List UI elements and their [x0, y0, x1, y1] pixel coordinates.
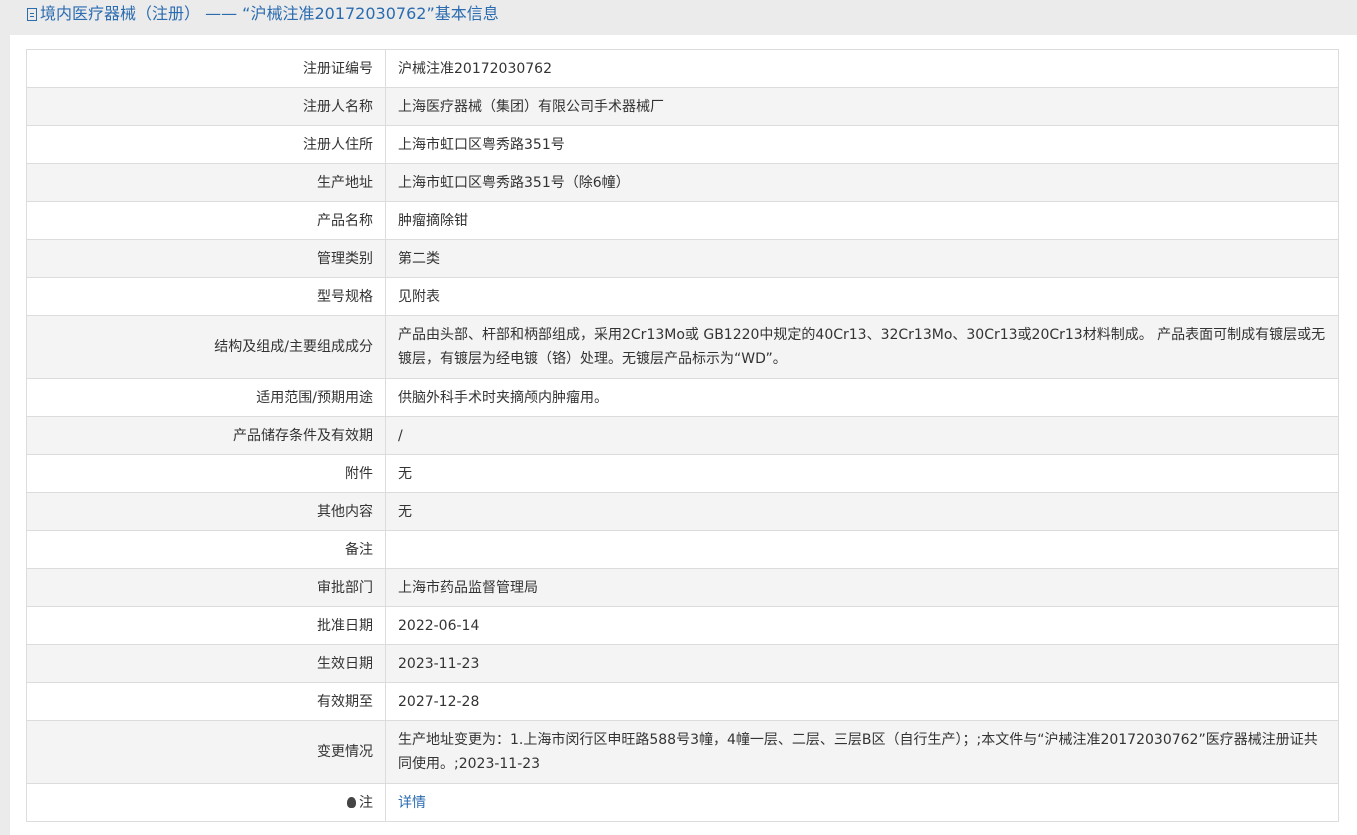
row-label: 生产地址: [26, 163, 386, 202]
row-label: 型号规格: [26, 277, 386, 316]
row-label: 附件: [26, 454, 386, 493]
table-row: 其他内容 无: [26, 492, 1339, 531]
row-value: 上海市药品监督管理局: [385, 568, 1339, 607]
row-label: 审批部门: [26, 568, 386, 607]
row-label: 备注: [26, 530, 386, 569]
table-row: 附件 无: [26, 454, 1339, 493]
details-link[interactable]: 详情: [398, 795, 426, 811]
row-value: 生产地址变更为：1.上海市闵行区申旺路588号3幢，4幢一层、二层、三层B区（自…: [385, 720, 1339, 784]
table-row: 备注: [26, 530, 1339, 569]
row-label: 注册人住所: [26, 125, 386, 164]
row-label: 注册证编号: [26, 49, 386, 88]
table-row: 注册证编号 沪械注准20172030762: [26, 49, 1339, 88]
table-row: 注册人名称 上海医疗器械（集团）有限公司手术器械厂: [26, 87, 1339, 126]
row-label: 管理类别: [26, 239, 386, 278]
info-table: 注册证编号 沪械注准20172030762 注册人名称 上海医疗器械（集团）有限…: [26, 49, 1339, 822]
row-value: /: [385, 416, 1339, 455]
detail-panel: 注册证编号 沪械注准20172030762 注册人名称 上海医疗器械（集团）有限…: [10, 35, 1357, 835]
row-label: 生效日期: [26, 644, 386, 683]
row-value: 无: [385, 454, 1339, 493]
note-label-cell: 注: [26, 783, 386, 822]
note-label: 注: [359, 794, 373, 811]
row-label: 适用范围/预期用途: [26, 378, 386, 417]
note-row: 注 详情: [26, 783, 1339, 822]
row-label: 其他内容: [26, 492, 386, 531]
table-row: 产品储存条件及有效期 /: [26, 416, 1339, 455]
table-row: 变更情况 生产地址变更为：1.上海市闵行区申旺路588号3幢，4幢一层、二层、三…: [26, 720, 1339, 784]
row-value: 2023-11-23: [385, 644, 1339, 683]
row-value: 见附表: [385, 277, 1339, 316]
row-value: 肿瘤摘除钳: [385, 201, 1339, 240]
table-row: 注册人住所 上海市虹口区粤秀路351号: [26, 125, 1339, 164]
lightbulb-icon: [347, 796, 356, 808]
table-row: 有效期至 2027-12-28: [26, 682, 1339, 721]
row-label: 变更情况: [26, 720, 386, 784]
row-value: 上海市虹口区粤秀路351号: [385, 125, 1339, 164]
table-row: 生产地址 上海市虹口区粤秀路351号（除6幢）: [26, 163, 1339, 202]
page-header: 境内医疗器械（注册） —— “沪械注准20172030762”基本信息: [0, 0, 1357, 30]
row-value: 沪械注准20172030762: [385, 49, 1339, 88]
table-row: 产品名称 肿瘤摘除钳: [26, 201, 1339, 240]
table-row: 适用范围/预期用途 供脑外科手术时夹摘颅内肿瘤用。: [26, 378, 1339, 417]
table-row: 管理类别 第二类: [26, 239, 1339, 278]
row-value: 第二类: [385, 239, 1339, 278]
table-row: 批准日期 2022-06-14: [26, 606, 1339, 645]
table-row: 生效日期 2023-11-23: [26, 644, 1339, 683]
note-value-cell: 详情: [385, 783, 1339, 822]
page-title: 境内医疗器械（注册） —— “沪械注准20172030762”基本信息: [40, 4, 499, 23]
row-value: 2022-06-14: [385, 606, 1339, 645]
table-row: 型号规格 见附表: [26, 277, 1339, 316]
row-label: 有效期至: [26, 682, 386, 721]
row-value: 产品由头部、杆部和柄部组成，采用2Cr13Mo或 GB1220中规定的40Cr1…: [385, 315, 1339, 379]
row-label: 注册人名称: [26, 87, 386, 126]
row-label: 产品储存条件及有效期: [26, 416, 386, 455]
row-value: 上海医疗器械（集团）有限公司手术器械厂: [385, 87, 1339, 126]
row-label: 产品名称: [26, 201, 386, 240]
row-value: 2027-12-28: [385, 682, 1339, 721]
row-value: 上海市虹口区粤秀路351号（除6幢）: [385, 163, 1339, 202]
row-value: [385, 530, 1339, 569]
table-row: 审批部门 上海市药品监督管理局: [26, 568, 1339, 607]
row-label: 结构及组成/主要组成成分: [26, 315, 386, 379]
table-row: 结构及组成/主要组成成分 产品由头部、杆部和柄部组成，采用2Cr13Mo或 GB…: [26, 315, 1339, 379]
row-label: 批准日期: [26, 606, 386, 645]
row-value: 无: [385, 492, 1339, 531]
row-value: 供脑外科手术时夹摘颅内肿瘤用。: [385, 378, 1339, 417]
document-icon: [27, 8, 37, 21]
